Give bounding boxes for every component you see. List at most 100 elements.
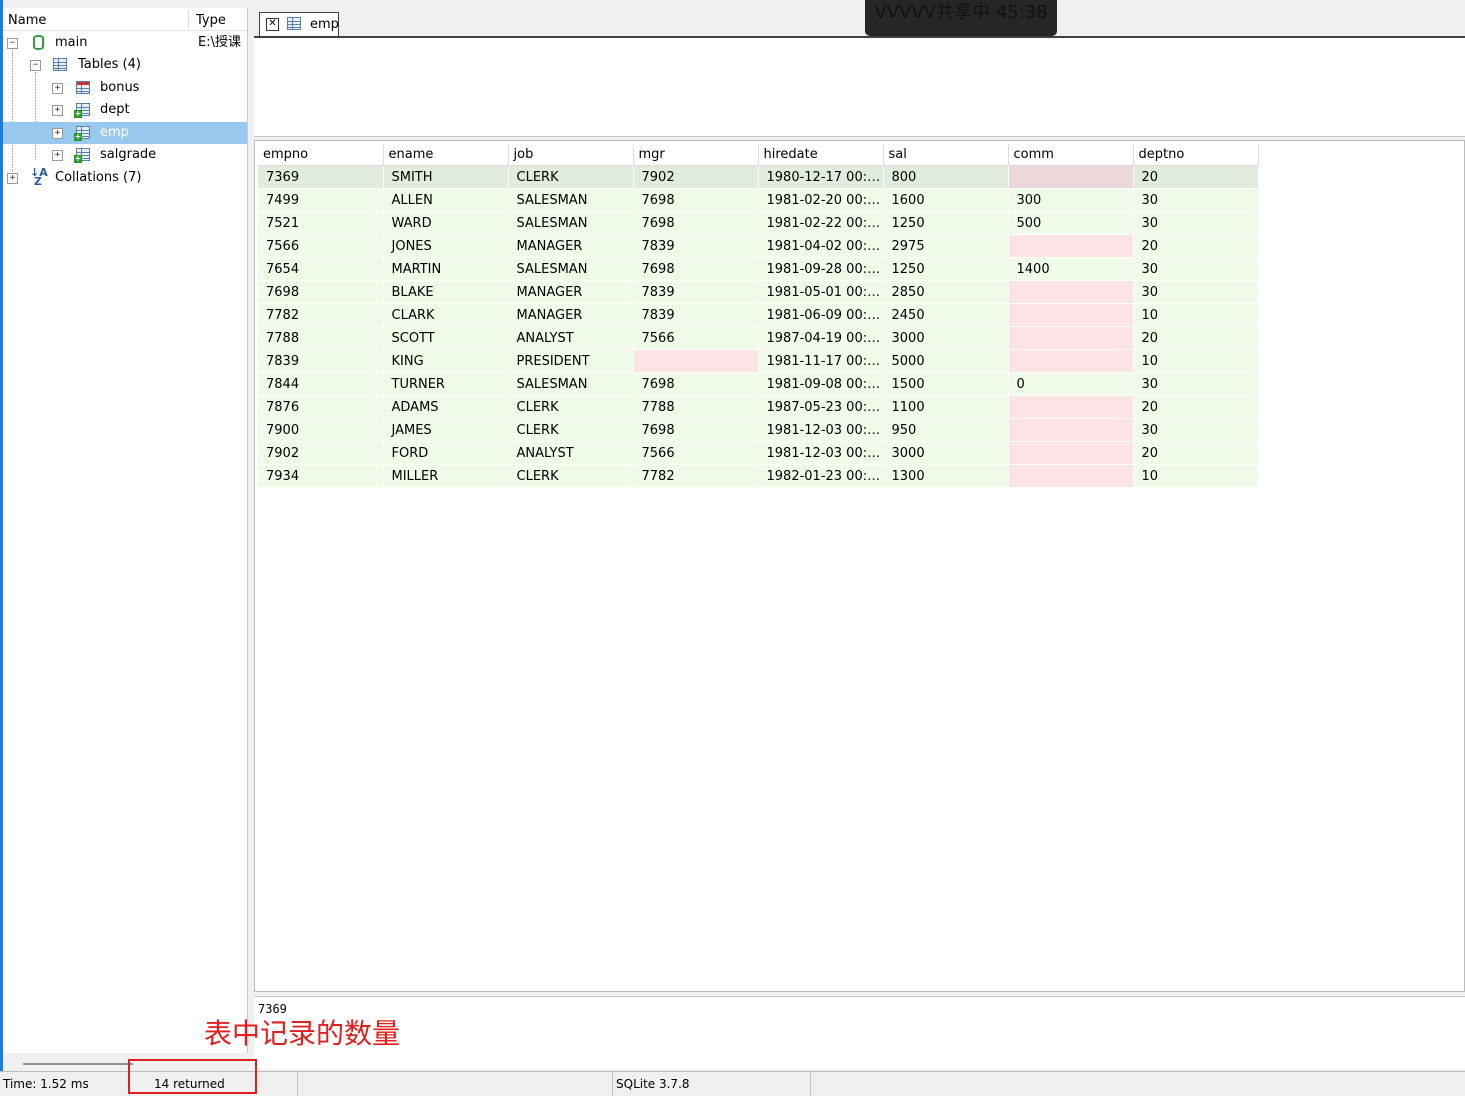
cell-job[interactable]: ANALYST xyxy=(508,441,634,465)
cell-comm[interactable] xyxy=(1008,464,1134,488)
cell-ename[interactable]: FORD xyxy=(383,441,509,465)
cell-empno[interactable]: 7698 xyxy=(258,280,384,304)
cell-deptno[interactable]: 30 xyxy=(1133,372,1259,396)
cell-ename[interactable]: SCOTT xyxy=(383,326,509,350)
cell-comm[interactable] xyxy=(1008,418,1134,442)
cell-deptno[interactable]: 20 xyxy=(1133,441,1259,465)
cell-deptno[interactable]: 20 xyxy=(1133,326,1259,350)
cell-job[interactable]: PRESIDENT xyxy=(508,349,634,373)
cell-job[interactable]: ANALYST xyxy=(508,326,634,350)
cell-hiredate[interactable]: 1981-09-28 00:… xyxy=(758,257,884,281)
cell-deptno[interactable]: 20 xyxy=(1133,234,1259,258)
cell-mgr[interactable]: 7839 xyxy=(633,280,759,304)
cell-comm[interactable] xyxy=(1008,165,1134,189)
cell-deptno[interactable]: 10 xyxy=(1133,303,1259,327)
tree-item-collations[interactable]: + ↓A Z Collations (7) xyxy=(3,167,247,189)
cell-mgr[interactable]: 7698 xyxy=(633,211,759,235)
cell-comm[interactable] xyxy=(1008,303,1134,327)
cell-empno[interactable]: 7566 xyxy=(258,234,384,258)
cell-comm[interactable]: 1400 xyxy=(1008,257,1134,281)
tree-horizontal-scrollbar[interactable] xyxy=(23,1063,133,1065)
cell-sal[interactable]: 1100 xyxy=(883,395,1009,419)
cell-empno[interactable]: 7839 xyxy=(258,349,384,373)
cell-hiredate[interactable]: 1982-01-23 00:… xyxy=(758,464,884,488)
column-header-deptno[interactable]: deptno xyxy=(1133,144,1259,166)
cell-comm[interactable]: 500 xyxy=(1008,211,1134,235)
cell-empno[interactable]: 7654 xyxy=(258,257,384,281)
cell-value-panel[interactable]: 7369 xyxy=(254,996,1465,1069)
column-header-hiredate[interactable]: hiredate xyxy=(758,144,884,166)
cell-job[interactable]: MANAGER xyxy=(508,303,634,327)
column-header-job[interactable]: job xyxy=(508,144,634,166)
table-row[interactable]: 7876 ADAMS CLERK 7788 1987-05-23 00:… 1100 20 xyxy=(258,395,1259,419)
table-row[interactable]: 7698 BLAKE MANAGER 7839 1981-05-01 00:… 2850 3… xyxy=(258,280,1259,304)
cell-hiredate[interactable]: 1981-12-03 00:… xyxy=(758,418,884,442)
cell-hiredate[interactable]: 1981-09-08 00:… xyxy=(758,372,884,396)
cell-sal[interactable]: 1250 xyxy=(883,257,1009,281)
cell-hiredate[interactable]: 1987-04-19 00:… xyxy=(758,326,884,350)
tree-item-table-bonus[interactable]: + bonus xyxy=(3,77,247,99)
collapse-icon[interactable]: − xyxy=(30,60,41,71)
cell-job[interactable]: MANAGER xyxy=(508,234,634,258)
cell-ename[interactable]: JAMES xyxy=(383,418,509,442)
cell-comm[interactable]: 0 xyxy=(1008,372,1134,396)
cell-empno[interactable]: 7788 xyxy=(258,326,384,350)
tree-item-main[interactable]: − main E:\授课 xyxy=(3,32,247,54)
cell-empno[interactable]: 7902 xyxy=(258,441,384,465)
cell-job[interactable]: SALESMAN xyxy=(508,372,634,396)
table-row[interactable]: 7521 WARD SALESMAN 7698 1981-02-22 00:… 1250 5… xyxy=(258,211,1259,235)
cell-comm[interactable] xyxy=(1008,280,1134,304)
cell-sal[interactable]: 2975 xyxy=(883,234,1009,258)
close-icon[interactable]: ✕ xyxy=(266,18,279,31)
table-row[interactable]: 7902 FORD ANALYST 7566 1981-12-03 00:… 3000 20 xyxy=(258,441,1259,465)
cell-hiredate[interactable]: 1980-12-17 00:… xyxy=(758,165,884,189)
cell-job[interactable]: CLERK xyxy=(508,165,634,189)
tree-item-table-salgrade[interactable]: + + salgrade xyxy=(3,144,247,166)
tree-header-type[interactable]: Type xyxy=(196,13,226,28)
cell-sal[interactable]: 1300 xyxy=(883,464,1009,488)
column-header-mgr[interactable]: mgr xyxy=(633,144,759,166)
cell-hiredate[interactable]: 1981-02-22 00:… xyxy=(758,211,884,235)
collapse-icon[interactable]: − xyxy=(7,38,18,49)
cell-sal[interactable]: 2850 xyxy=(883,280,1009,304)
cell-empno[interactable]: 7900 xyxy=(258,418,384,442)
cell-comm[interactable] xyxy=(1008,349,1134,373)
cell-ename[interactable]: MILLER xyxy=(383,464,509,488)
cell-deptno[interactable]: 30 xyxy=(1133,188,1259,212)
cell-ename[interactable]: WARD xyxy=(383,211,509,235)
sql-editor[interactable] xyxy=(254,38,1465,137)
cell-mgr[interactable]: 7839 xyxy=(633,303,759,327)
cell-mgr[interactable] xyxy=(633,349,759,373)
cell-job[interactable]: SALESMAN xyxy=(508,257,634,281)
cell-hiredate[interactable]: 1981-06-09 00:… xyxy=(758,303,884,327)
cell-mgr[interactable]: 7698 xyxy=(633,188,759,212)
cell-ename[interactable]: ADAMS xyxy=(383,395,509,419)
cell-sal[interactable]: 3000 xyxy=(883,441,1009,465)
cell-job[interactable]: MANAGER xyxy=(508,280,634,304)
cell-mgr[interactable]: 7566 xyxy=(633,441,759,465)
cell-comm[interactable]: 300 xyxy=(1008,188,1134,212)
cell-mgr[interactable]: 7698 xyxy=(633,372,759,396)
cell-ename[interactable]: ALLEN xyxy=(383,188,509,212)
cell-deptno[interactable]: 20 xyxy=(1133,395,1259,419)
cell-empno[interactable]: 7876 xyxy=(258,395,384,419)
cell-hiredate[interactable]: 1981-12-03 00:… xyxy=(758,441,884,465)
cell-comm[interactable] xyxy=(1008,234,1134,258)
cell-mgr[interactable]: 7902 xyxy=(633,165,759,189)
cell-comm[interactable] xyxy=(1008,395,1134,419)
cell-mgr[interactable]: 7839 xyxy=(633,234,759,258)
cell-ename[interactable]: BLAKE xyxy=(383,280,509,304)
table-row[interactable]: 7844 TURNER SALESMAN 7698 1981-09-08 00:… 150… xyxy=(258,372,1259,396)
cell-ename[interactable]: CLARK xyxy=(383,303,509,327)
cell-mgr[interactable]: 7698 xyxy=(633,257,759,281)
cell-empno[interactable]: 7782 xyxy=(258,303,384,327)
cell-job[interactable]: SALESMAN xyxy=(508,211,634,235)
cell-sal[interactable]: 950 xyxy=(883,418,1009,442)
cell-sal[interactable]: 1250 xyxy=(883,211,1009,235)
table-row[interactable]: 7782 CLARK MANAGER 7839 1981-06-09 00:… 2450 1… xyxy=(258,303,1259,327)
cell-sal[interactable]: 3000 xyxy=(883,326,1009,350)
cell-empno[interactable]: 7844 xyxy=(258,372,384,396)
column-header-comm[interactable]: comm xyxy=(1008,144,1134,166)
tree-header-name[interactable]: Name xyxy=(8,13,46,28)
cell-ename[interactable]: KING xyxy=(383,349,509,373)
